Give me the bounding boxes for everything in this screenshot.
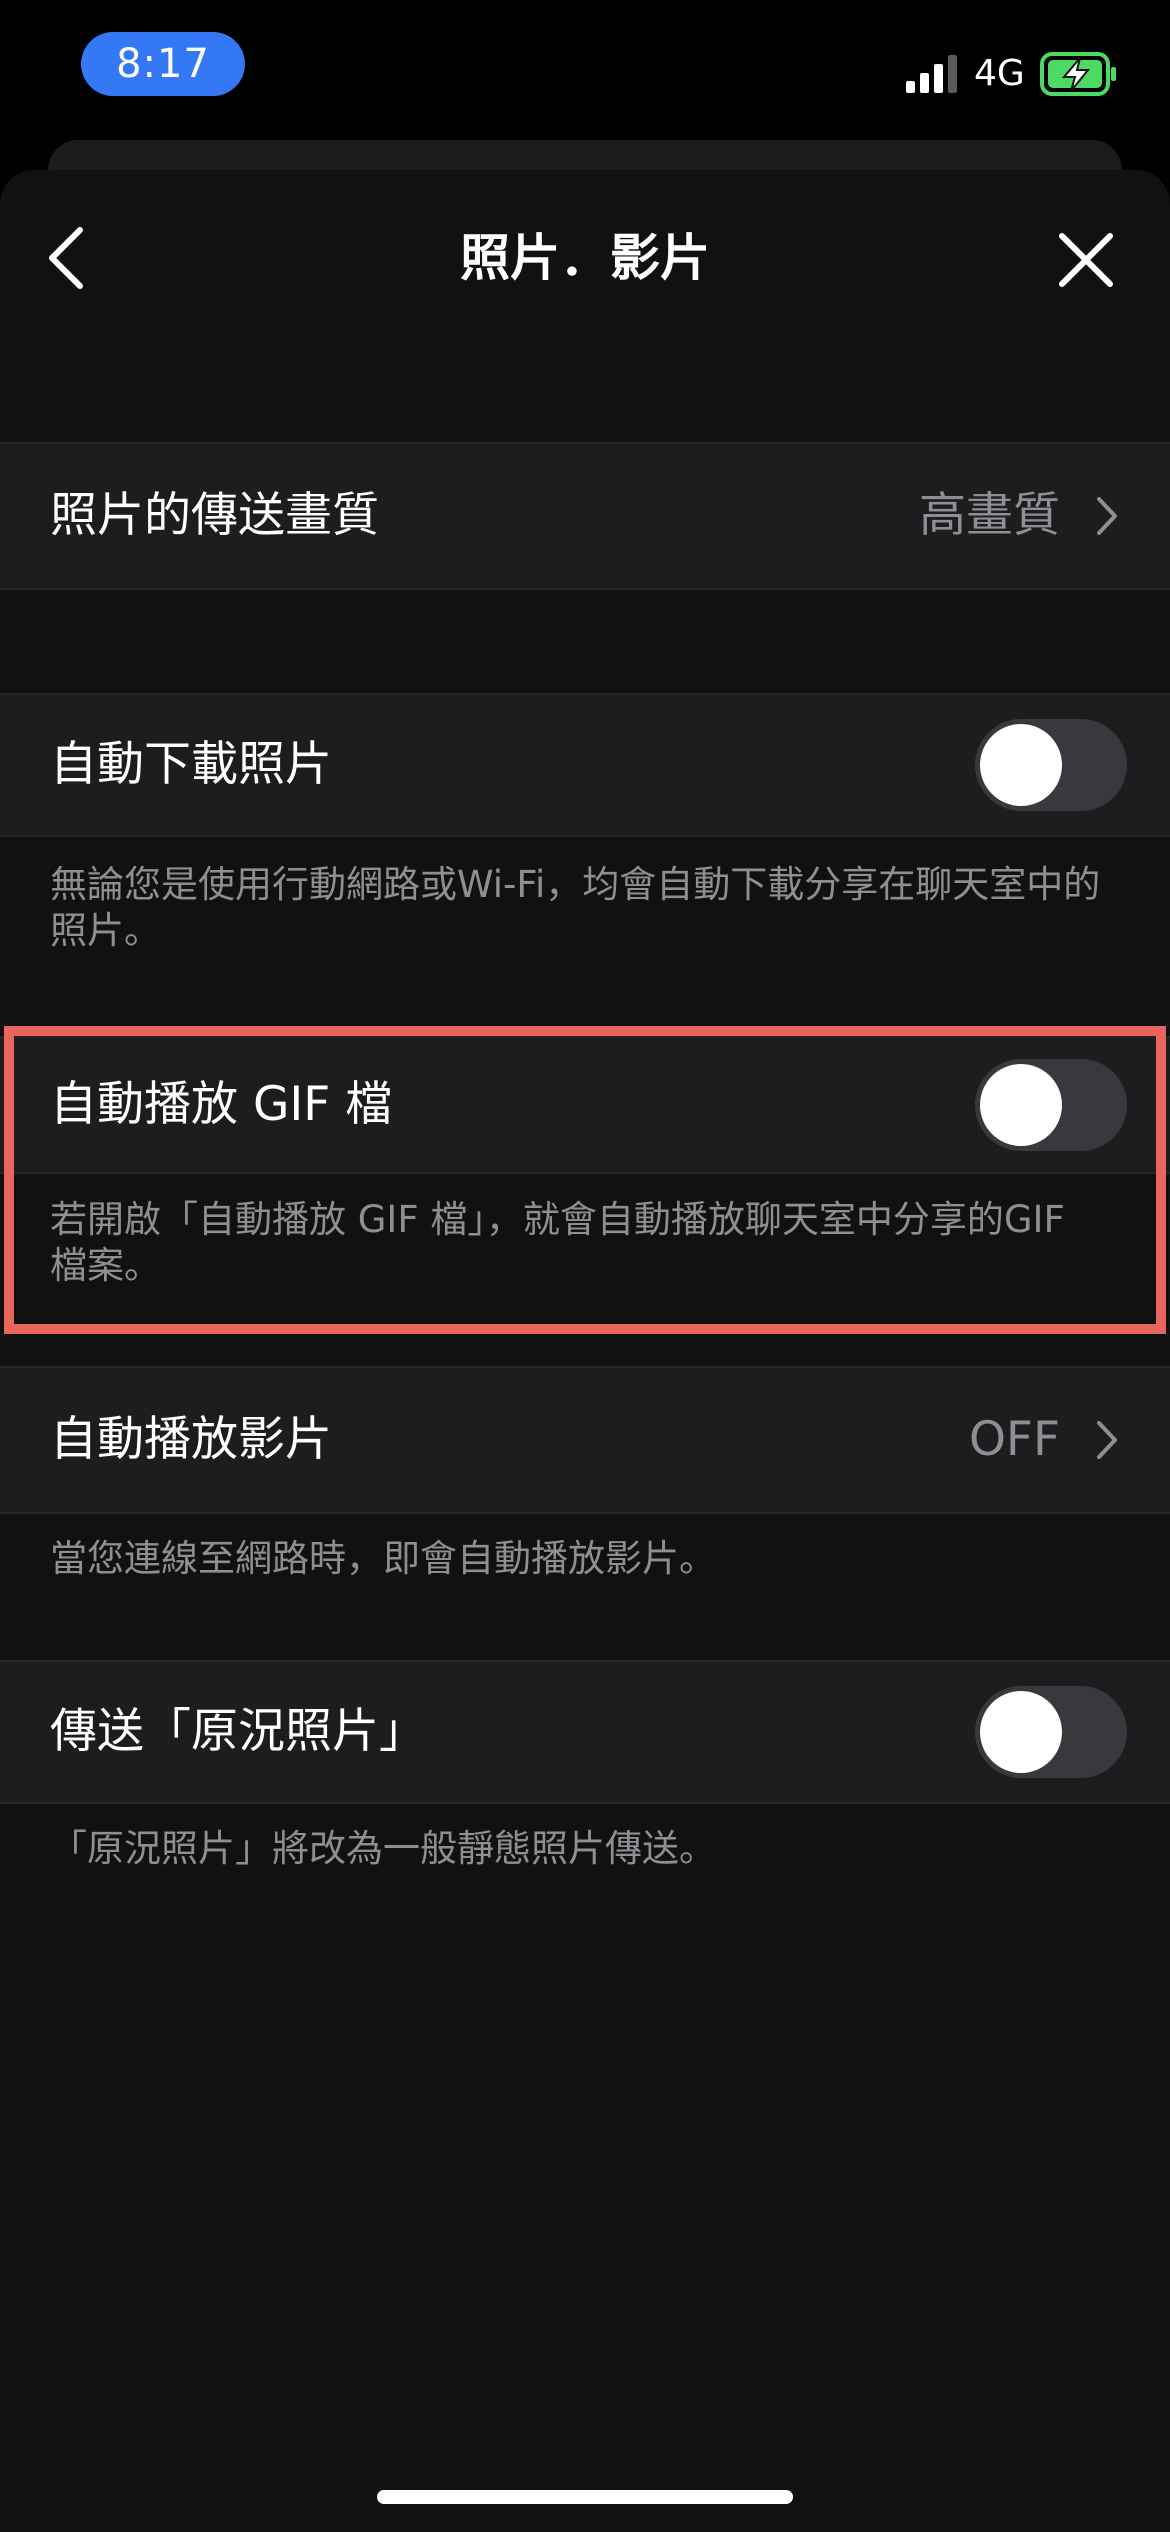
auto-download-photos-row: 自動下載照片 (0, 693, 1170, 837)
network-type: 4G (974, 53, 1025, 94)
auto-download-photos-description: 無論您是使用行動網路或Wi-Fi，均會自動下載分享在聊天室中的照片。 (50, 863, 1101, 952)
send-live-photos-label: 傳送「原況照片」 (50, 1704, 426, 1759)
auto-download-photos-toggle[interactable] (975, 719, 1127, 811)
photo-quality-row[interactable]: 照片的傳送畫質 高畫質 (0, 442, 1170, 590)
photo-quality-label: 照片的傳送畫質 (50, 488, 379, 543)
autoplay-gif-label: 自動播放 GIF 檔 (50, 1077, 393, 1132)
send-live-photos-description: 「原況照片」將改為一般靜態照片傳送。 (50, 1827, 716, 1870)
chevron-right-icon (1097, 497, 1117, 535)
autoplay-gif-row: 自動播放 GIF 檔 (0, 1036, 1170, 1174)
toggle-knob (980, 1691, 1062, 1773)
autoplay-gif-toggle[interactable] (975, 1059, 1127, 1151)
send-live-photos-row: 傳送「原況照片」 (0, 1660, 1170, 1804)
chevron-right-icon (1097, 1421, 1117, 1459)
page-title: 照片．影片 (460, 229, 710, 287)
autoplay-videos-label: 自動播放影片 (50, 1412, 332, 1467)
close-button[interactable] (1046, 220, 1126, 300)
auto-download-photos-label: 自動下載照片 (50, 737, 332, 792)
status-bar: 8:17 4G (0, 0, 1170, 150)
status-time: 8:17 (81, 32, 245, 96)
chevron-left-icon (49, 227, 83, 289)
autoplay-videos-description: 當您連線至網路時，即會自動播放影片。 (50, 1537, 716, 1580)
home-indicator (377, 2490, 793, 2504)
back-button[interactable] (30, 210, 106, 306)
send-live-photos-toggle[interactable] (975, 1686, 1127, 1778)
nav-bar: 照片．影片 (0, 170, 1170, 340)
battery-charging-icon (1040, 52, 1116, 96)
photo-quality-value: 高畫質 (919, 488, 1060, 543)
autoplay-videos-value: OFF (968, 1412, 1060, 1467)
autoplay-videos-row[interactable]: 自動播放影片 OFF (0, 1366, 1170, 1514)
toggle-knob (980, 724, 1062, 806)
autoplay-gif-description: 若開啟「自動播放 GIF 檔」，就會自動播放聊天室中分享的GIF 檔案。 (50, 1198, 1065, 1287)
cellular-signal-icon (906, 55, 957, 93)
toggle-knob (980, 1064, 1062, 1146)
close-icon (1059, 233, 1113, 287)
